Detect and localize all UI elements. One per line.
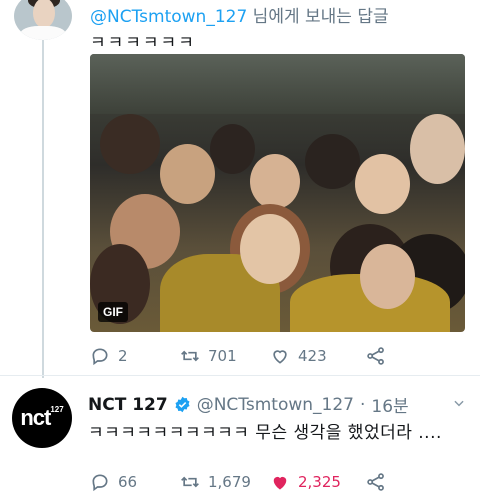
author-name[interactable]: NCT 127: [88, 395, 168, 415]
like-icon: [273, 350, 287, 364]
reply-button[interactable]: 2: [90, 346, 180, 366]
reply-count: 2: [118, 347, 128, 365]
avatar[interactable]: nct 127: [12, 388, 72, 448]
reply-count: 66: [118, 473, 138, 491]
retweet-count: 1,679: [208, 473, 251, 491]
gif-badge: GIF: [98, 302, 128, 322]
avatar[interactable]: [14, 0, 72, 40]
like-count: 2,325: [298, 473, 341, 491]
reply-icon: [92, 474, 108, 492]
thread-line: [42, 38, 44, 378]
verified-badge-icon: [175, 396, 190, 413]
retweet-button[interactable]: 1,679: [180, 472, 270, 492]
like-count: 423: [298, 347, 327, 365]
retweet-icon: [181, 350, 199, 362]
time-separator: ·: [360, 394, 366, 415]
tweet-actions: 66 1,679 2,325: [90, 470, 420, 494]
reply-icon: [92, 348, 108, 366]
avatar-logo-number: 127: [50, 404, 64, 414]
like-icon: [273, 476, 287, 490]
reply-context: @NCTsmtown_127 님에게 보내는 답글: [90, 2, 389, 27]
tweet-actions: 2 701 423: [90, 344, 420, 368]
like-button[interactable]: 2,325: [270, 472, 360, 492]
retweet-count: 701: [208, 347, 237, 365]
author-handle[interactable]: @NCTsmtown_127: [197, 395, 354, 415]
tweet-text: ㅋㅋㅋㅋㅋㅋㅋㅋㅋㅋ 무슨 생각을 했었더라 ....: [88, 423, 442, 443]
chevron-down-icon[interactable]: [452, 396, 466, 410]
mention-link[interactable]: @NCTsmtown_127: [90, 7, 247, 27]
avatar-logo-text: nct: [20, 405, 51, 430]
timestamp[interactable]: 16분: [371, 392, 408, 417]
share-button[interactable]: [366, 472, 386, 492]
reply-suffix: 님에게 보내는 답글: [247, 7, 389, 27]
like-button[interactable]: 423: [270, 346, 360, 366]
share-icon: [367, 473, 384, 491]
reply-button[interactable]: 66: [90, 472, 180, 492]
retweet-button[interactable]: 701: [180, 346, 270, 366]
share-button[interactable]: [366, 346, 386, 366]
tweet-header: NCT 127 @NCTsmtown_127 · 16분: [88, 392, 409, 418]
gif-media[interactable]: GIF: [90, 54, 465, 332]
tweet-text: ㅋㅋㅋㅋㅋㅋ: [90, 33, 196, 53]
retweet-icon: [181, 476, 199, 488]
share-icon: [367, 347, 384, 365]
divider: [0, 375, 480, 376]
